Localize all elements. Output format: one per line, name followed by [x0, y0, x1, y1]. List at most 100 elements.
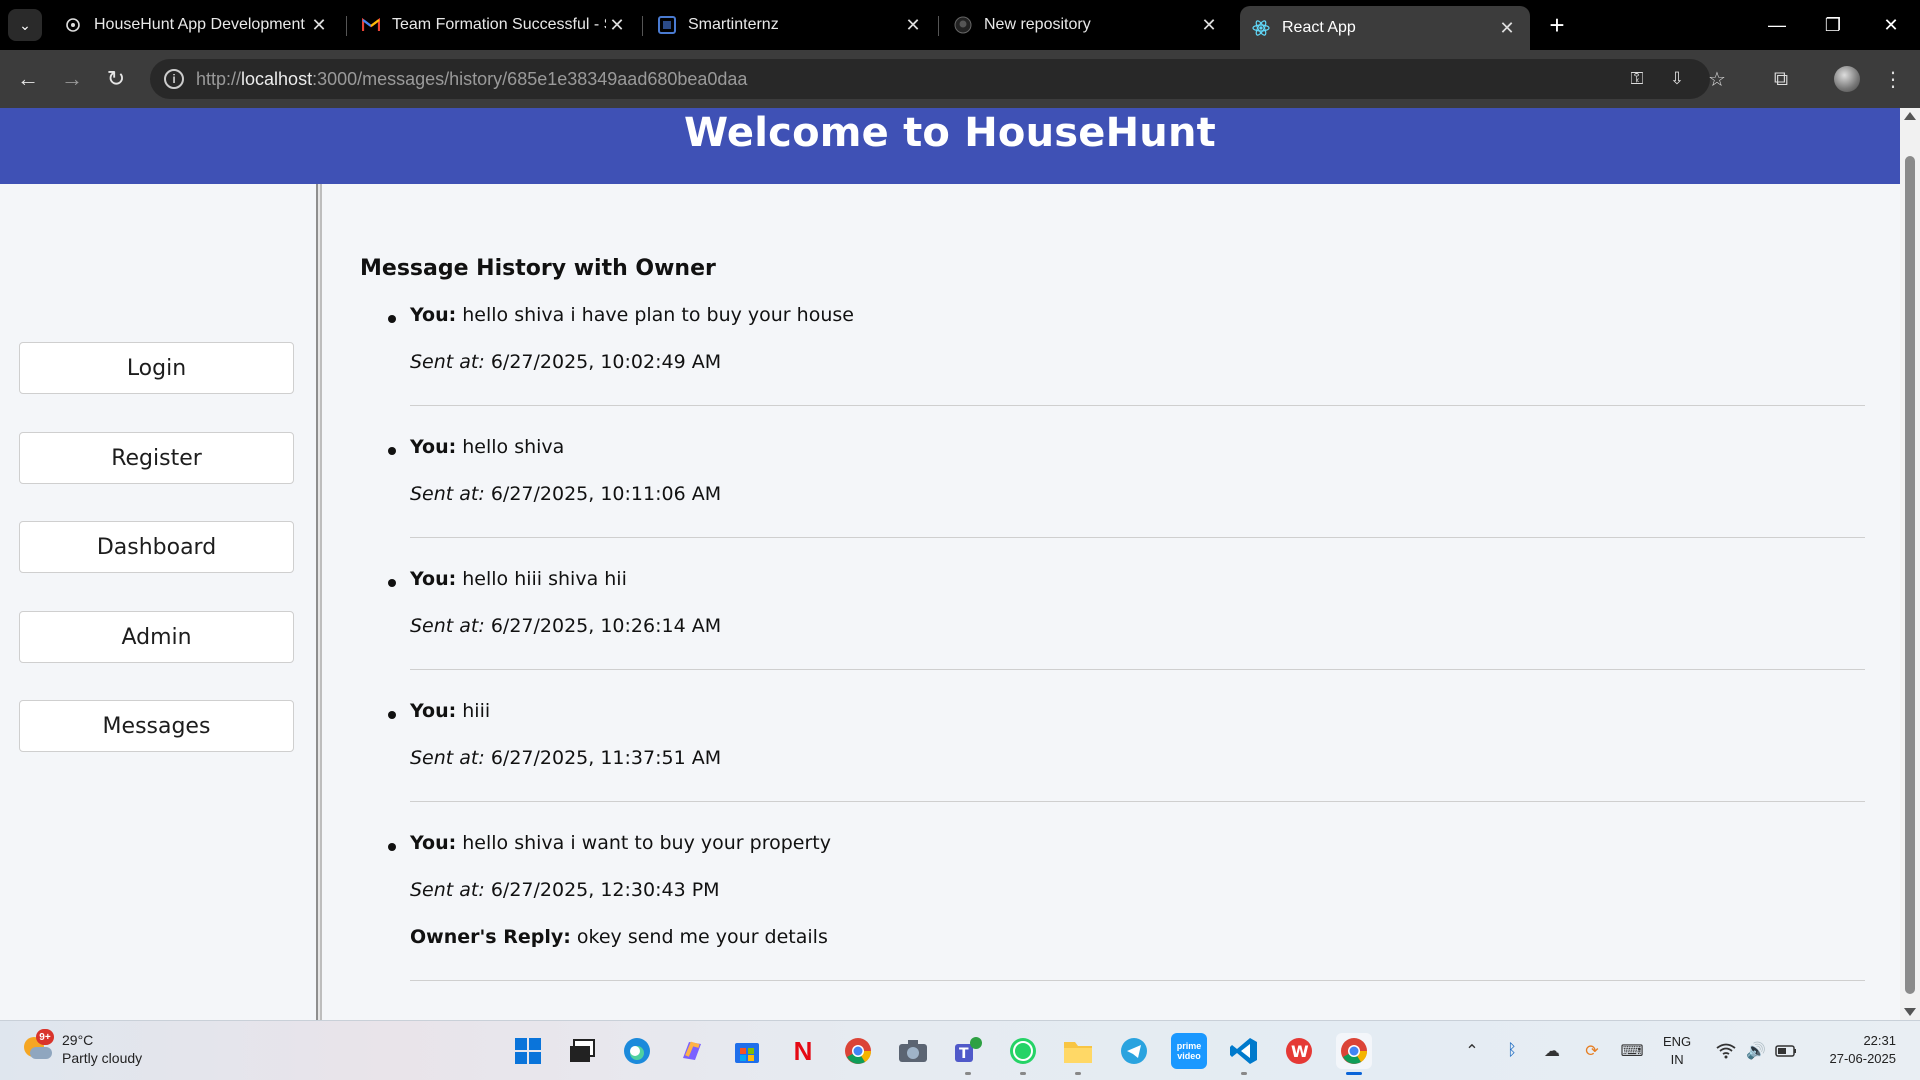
- sidebar-login-button[interactable]: Login: [19, 342, 294, 394]
- keyboard-icon[interactable]: ⌨: [1620, 1039, 1644, 1063]
- region-code: IN: [1670, 1052, 1684, 1067]
- sync-icon[interactable]: ⟳: [1580, 1039, 1604, 1063]
- new-tab-icon[interactable]: +: [1542, 8, 1572, 42]
- tab-title: HouseHunt App Development: [94, 16, 305, 33]
- prime-video-icon[interactable]: prime video: [1171, 1033, 1207, 1069]
- chat-icon: [64, 16, 82, 34]
- running-indicator: [1075, 1072, 1081, 1075]
- running-indicator: [965, 1072, 971, 1075]
- forward-icon[interactable]: →: [56, 63, 88, 95]
- scroll-up-arrow-icon[interactable]: [1904, 112, 1916, 120]
- sidebar: Login Register Dashboard Admin Messages: [0, 184, 316, 1020]
- sent-at-value: 6/27/2025, 10:26:14 AM: [490, 615, 722, 637]
- close-tab-icon[interactable]: ✕: [1198, 15, 1220, 36]
- tab-househunt-app-development[interactable]: HouseHunt App Development ✕: [52, 6, 342, 44]
- volume-icon[interactable]: 🔊: [1744, 1039, 1768, 1063]
- close-tab-icon[interactable]: ✕: [308, 15, 330, 36]
- wifi-icon[interactable]: [1714, 1039, 1738, 1063]
- message-item: You: hello hiii shiva hii Sent at: 6/27/…: [360, 566, 1865, 670]
- file-explorer-icon[interactable]: [1060, 1033, 1096, 1069]
- running-indicator: [1241, 1072, 1247, 1075]
- minimize-icon[interactable]: —: [1754, 10, 1800, 40]
- page-title: Message History with Owner: [360, 256, 716, 281]
- windows-start-icon[interactable]: [510, 1033, 546, 1069]
- clock-date: 27-06-2025: [1829, 1051, 1897, 1066]
- copilot-icon[interactable]: [674, 1033, 710, 1069]
- netflix-icon[interactable]: N: [785, 1033, 821, 1069]
- tab-title: Smartinternz: [688, 16, 779, 33]
- tab-search-icon[interactable]: ⌄: [8, 9, 42, 41]
- extensions-icon[interactable]: ⧉: [1766, 64, 1796, 94]
- sidebar-dashboard-button[interactable]: Dashboard: [19, 521, 294, 573]
- message-text: hiii: [462, 700, 491, 722]
- edge-browser-icon[interactable]: [619, 1033, 655, 1069]
- list-bullet: [388, 711, 396, 719]
- system-clock[interactable]: 22:31 27-06-2025: [1806, 1032, 1897, 1068]
- list-bullet: [388, 579, 396, 587]
- camera-icon[interactable]: [895, 1033, 931, 1069]
- scroll-down-arrow-icon[interactable]: [1904, 1008, 1916, 1016]
- sent-at-label: Sent at:: [410, 483, 485, 505]
- owner-reply-label: Owner's Reply:: [410, 926, 571, 948]
- url-path: :3000/messages/history/685e1e38349aad680…: [312, 69, 748, 89]
- profile-avatar[interactable]: [1834, 66, 1860, 92]
- close-tab-icon[interactable]: ✕: [606, 15, 628, 36]
- tab-divider: [346, 16, 347, 36]
- tab-divider: [642, 16, 643, 36]
- more-menu-icon[interactable]: ⋮: [1878, 64, 1908, 94]
- close-tab-icon[interactable]: ✕: [902, 15, 924, 36]
- close-tab-icon[interactable]: ✕: [1496, 18, 1518, 39]
- bluetooth-icon[interactable]: ᛒ: [1500, 1039, 1524, 1063]
- message-text: hello hiii shiva hii: [462, 568, 627, 590]
- gmail-icon: [362, 16, 380, 34]
- tab-new-repository[interactable]: New repository ✕: [942, 6, 1232, 44]
- page-scrollbar[interactable]: [1900, 108, 1920, 1020]
- scroll-thumb[interactable]: [1905, 156, 1915, 994]
- sidebar-register-button[interactable]: Register: [19, 432, 294, 484]
- whatsapp-icon[interactable]: [1005, 1033, 1041, 1069]
- sent-at-label: Sent at:: [410, 879, 485, 901]
- tab-react-app[interactable]: React App ✕: [1240, 6, 1530, 50]
- battery-icon[interactable]: [1774, 1039, 1798, 1063]
- sidebar-messages-button[interactable]: Messages: [19, 700, 294, 752]
- site-info-icon[interactable]: i: [164, 69, 184, 89]
- show-hidden-icons-chevron-icon[interactable]: ⌃: [1460, 1039, 1484, 1063]
- site-header: Welcome to HouseHunt: [0, 108, 1900, 184]
- vscode-icon[interactable]: [1226, 1033, 1262, 1069]
- onedrive-cloud-icon[interactable]: ☁: [1540, 1039, 1564, 1063]
- close-window-icon[interactable]: ✕: [1868, 10, 1914, 40]
- restore-icon[interactable]: ❐: [1810, 10, 1856, 40]
- bookmark-star-icon[interactable]: ☆: [1702, 64, 1732, 94]
- sent-at-label: Sent at:: [410, 351, 485, 373]
- url-text[interactable]: http://localhost:3000/messages/history/6…: [196, 69, 747, 90]
- wps-office-icon[interactable]: W: [1281, 1033, 1317, 1069]
- github-icon: [954, 16, 972, 34]
- teams-icon[interactable]: T: [950, 1033, 986, 1069]
- sidebar-admin-button[interactable]: Admin: [19, 611, 294, 663]
- you-label: You:: [410, 304, 457, 326]
- list-bullet: [388, 843, 396, 851]
- tab-team-formation[interactable]: Team Formation Successful - Sm ✕: [350, 6, 640, 44]
- chrome-icon[interactable]: [840, 1033, 876, 1069]
- message-item: You: hello shiva i have plan to buy your…: [360, 302, 1865, 406]
- browser-toolbar: ← → ↻ i http://localhost:3000/messages/h…: [0, 50, 1920, 108]
- reload-icon[interactable]: ↻: [100, 63, 132, 95]
- windows-taskbar: 9+ 29°C Partly cloudy N T prime video W …: [0, 1020, 1920, 1080]
- task-view-icon[interactable]: [564, 1033, 600, 1069]
- tab-smartinternz[interactable]: Smartinternz ✕: [646, 6, 936, 44]
- header-title: Welcome to HouseHunt: [684, 110, 1216, 156]
- chrome-active-icon[interactable]: [1336, 1033, 1372, 1069]
- message-divider: [410, 537, 1865, 538]
- microsoft-store-icon[interactable]: [729, 1033, 765, 1069]
- smartinternz-icon: [658, 16, 676, 34]
- weather-widget[interactable]: 9+ 29°C Partly cloudy: [22, 1029, 142, 1067]
- password-key-icon[interactable]: ⚿: [1624, 67, 1650, 91]
- install-app-icon[interactable]: ⇩: [1664, 67, 1690, 91]
- notification-badge: 9+: [36, 1029, 54, 1045]
- back-icon[interactable]: ←: [12, 63, 44, 95]
- language-indicator[interactable]: ENG IN: [1663, 1033, 1691, 1069]
- address-bar[interactable]: i http://localhost:3000/messages/history…: [150, 59, 1710, 99]
- list-bullet: [388, 447, 396, 455]
- telegram-icon[interactable]: [1116, 1033, 1152, 1069]
- weather-temp: 29°C: [62, 1032, 94, 1048]
